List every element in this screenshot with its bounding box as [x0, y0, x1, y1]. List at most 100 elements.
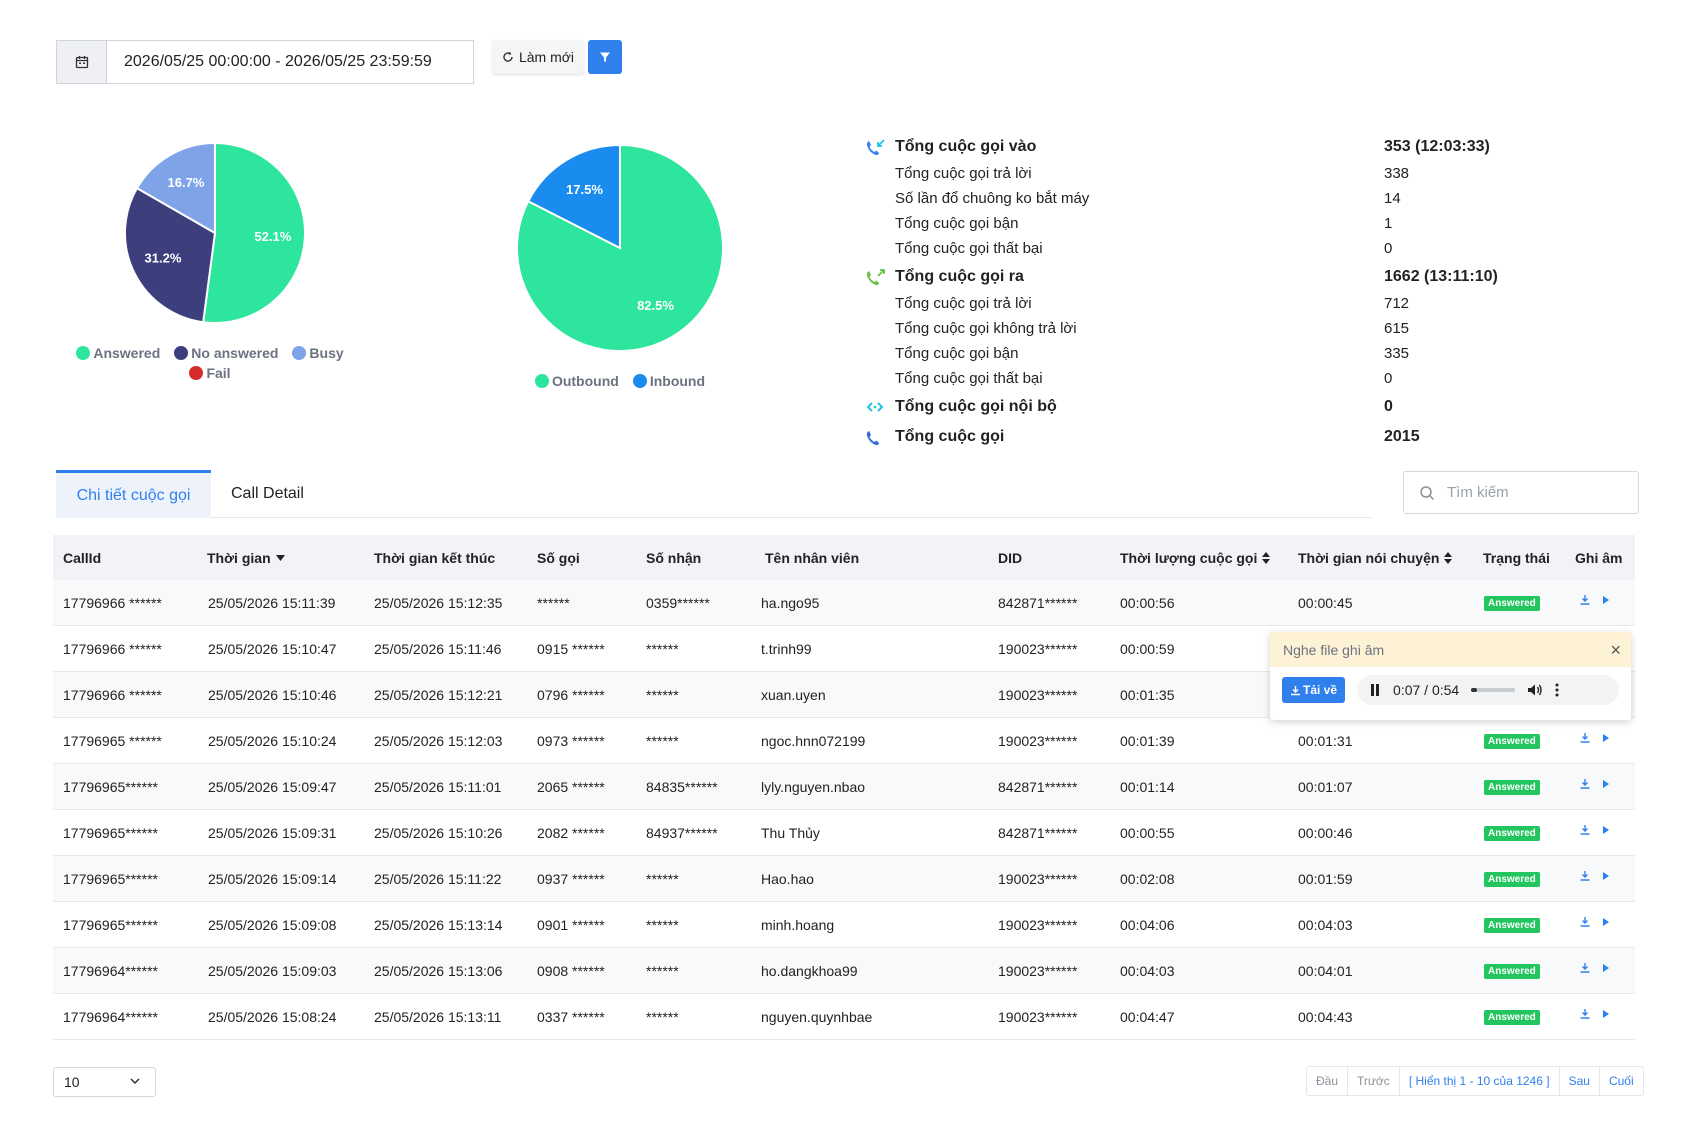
legend-item-busy[interactable]: Busy [292, 345, 344, 361]
legend-item-fail[interactable]: Fail [189, 365, 231, 381]
download-icon[interactable] [1579, 870, 1591, 882]
download-icon[interactable] [1579, 916, 1591, 928]
legend-item-answered[interactable]: Answered [76, 345, 160, 361]
play-icon[interactable] [1601, 1008, 1611, 1020]
legend-item-no-answered[interactable]: No answered [174, 345, 278, 361]
cell-agent: t.trinh99 [761, 641, 812, 657]
calendar-icon[interactable] [57, 41, 107, 83]
refresh-icon [503, 51, 513, 62]
cell-caller: ****** [537, 595, 570, 611]
col-record[interactable]: Ghi âm [1575, 550, 1622, 566]
download-icon[interactable] [1579, 962, 1591, 974]
download-icon[interactable] [1579, 778, 1591, 790]
play-icon[interactable] [1601, 870, 1611, 882]
play-icon[interactable] [1601, 732, 1611, 744]
table-row[interactable]: 17796965 ****** 25/05/2026 15:10:24 25/05/… [53, 718, 1635, 764]
download-icon[interactable] [1579, 824, 1591, 836]
stat-row: Tổng cuộc gọi thất bại 0 [895, 240, 1393, 257]
cell-did: 842871****** [998, 595, 1078, 611]
cell-end: 25/05/2026 15:13:14 [374, 917, 503, 933]
pager-next[interactable]: Sau [1560, 1067, 1600, 1095]
cell-agent: ngoc.hnn072199 [761, 733, 866, 749]
volume-icon[interactable] [1527, 683, 1543, 697]
audio-popup-title: Nghe file ghi âm [1283, 641, 1385, 658]
stat-incoming-total: Tổng cuộc gọi vào 353 (12:03:33) [864, 136, 1524, 158]
refresh-button[interactable]: Làm mới [492, 40, 584, 74]
col-did[interactable]: DID [998, 550, 1022, 566]
more-options-icon[interactable] [1555, 683, 1559, 697]
pause-icon[interactable] [1369, 683, 1381, 697]
close-icon[interactable]: × [1610, 640, 1621, 661]
status-badge: Answered [1484, 734, 1540, 749]
pie-label: 52.1% [254, 229, 291, 244]
table-row[interactable]: 17796964****** 25/05/2026 15:08:24 25/05/2… [53, 994, 1635, 1040]
col-callee[interactable]: Số nhận [646, 550, 701, 566]
col-caller[interactable]: Số gọi [537, 550, 580, 566]
tab-call-detail[interactable]: Call Detail [231, 470, 304, 518]
cell-callee: 84835****** [646, 779, 718, 795]
cell-caller: 0337 ****** [537, 1009, 605, 1025]
tab-call-details[interactable]: Chi tiết cuộc gọi [56, 470, 211, 518]
table-row[interactable]: 17796965****** 25/05/2026 15:09:31 25/05/2… [53, 810, 1635, 856]
sort-icon [1444, 552, 1453, 564]
cell-talk: 00:00:45 [1298, 595, 1353, 611]
col-talk-time[interactable]: Thời gian nói chuyện [1298, 550, 1453, 566]
table-row[interactable]: 17796965****** 25/05/2026 15:09:08 25/05/2… [53, 902, 1635, 948]
pie-label: 16.7% [168, 175, 205, 190]
cell-callee: ****** [646, 1009, 679, 1025]
cell-did: 190023****** [998, 1009, 1078, 1025]
table-row[interactable]: 17796965****** 25/05/2026 15:09:47 25/05/2… [53, 764, 1635, 810]
audio-time: 0:07 / 0:54 [1393, 682, 1460, 698]
download-icon [1291, 685, 1300, 695]
page-size-select[interactable]: 10 [53, 1067, 156, 1097]
call-status-legend: Answered No answered Busy Fail [60, 345, 360, 381]
date-range-value[interactable]: 2026/05/25 00:00:00 - 2026/05/25 23:59:5… [107, 41, 473, 83]
chevron-down-icon [130, 1078, 140, 1085]
stat-row: Tổng cuộc gọi bận 335 [895, 345, 1410, 362]
cell-talk: 00:01:31 [1298, 733, 1353, 749]
play-icon[interactable] [1601, 916, 1611, 928]
table-row[interactable]: 17796964****** 25/05/2026 15:09:03 25/05/2… [53, 948, 1635, 994]
stat-outgoing-total: Tổng cuộc gọi ra 1662 (13:11:10) [864, 266, 1524, 288]
pager-last[interactable]: Cuối [1600, 1067, 1643, 1095]
col-callid[interactable]: CallId [63, 550, 101, 566]
col-duration[interactable]: Thời lượng cuộc gọi [1120, 550, 1271, 566]
col-end-time[interactable]: Thời gian kết thúc [374, 550, 495, 566]
download-icon[interactable] [1579, 1008, 1591, 1020]
table-row[interactable]: 17796965****** 25/05/2026 15:09:14 25/05/2… [53, 856, 1635, 902]
status-badge: Answered [1484, 596, 1540, 611]
legend-item-outbound[interactable]: Outbound [534, 373, 619, 389]
cell-caller: 0915 ****** [537, 641, 605, 657]
download-icon[interactable] [1579, 594, 1591, 606]
col-time[interactable]: Thời gian [207, 550, 285, 566]
play-icon[interactable] [1601, 778, 1611, 790]
cell-time: 25/05/2026 15:09:14 [208, 871, 337, 887]
cell-callid: 17796966 ****** [63, 641, 162, 657]
table-header: CallId Thời gian Thời gian kết thúc Số g… [53, 535, 1635, 580]
download-icon[interactable] [1579, 732, 1591, 744]
audio-progress-bar[interactable] [1471, 688, 1516, 692]
legend-item-inbound[interactable]: Inbound [632, 373, 705, 389]
cell-callid: 17796964****** [63, 963, 158, 979]
col-status[interactable]: Trạng thái [1483, 550, 1550, 566]
filter-button[interactable] [588, 40, 622, 74]
download-recording-button[interactable]: Tải về [1282, 677, 1346, 703]
table-row[interactable]: 17796966 ****** 25/05/2026 15:11:39 25/05/… [53, 580, 1635, 626]
stat-row: Tổng cuộc gọi thất bại 0 [895, 370, 1393, 387]
play-icon[interactable] [1601, 962, 1611, 974]
cell-caller: 0796 ****** [537, 687, 605, 703]
cell-did: 842871****** [998, 825, 1078, 841]
col-agent[interactable]: Tên nhân viên [765, 550, 859, 566]
search-input[interactable]: Tìm kiếm [1403, 471, 1639, 514]
tab-bar: Chi tiết cuộc gọi Call Detail [56, 470, 1371, 518]
play-icon[interactable] [1601, 824, 1611, 836]
pager-prev[interactable]: Trước [1348, 1067, 1400, 1095]
play-icon[interactable] [1601, 594, 1611, 606]
pager-first[interactable]: Đầu [1307, 1067, 1349, 1095]
audio-popup-header: Nghe file ghi âm × [1270, 632, 1631, 667]
cell-callee: 0359****** [646, 595, 710, 611]
audio-player[interactable]: 0:07 / 0:54 [1357, 675, 1619, 705]
date-range-picker[interactable]: 2026/05/25 00:00:00 - 2026/05/25 23:59:5… [56, 40, 474, 84]
cell-callid: 17796965****** [63, 825, 158, 841]
cell-callid: 17796964****** [63, 1009, 158, 1025]
